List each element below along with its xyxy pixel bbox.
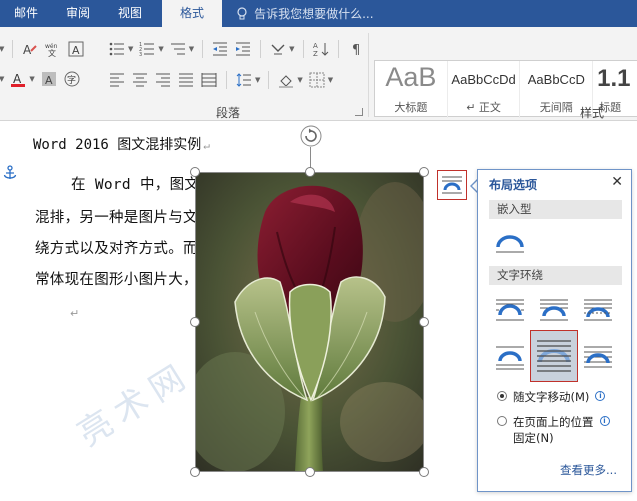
word-window: 邮件 审阅 视图 格式 告诉我您想要做什么... ▼ A wén 文 A ▼ A… — [0, 0, 637, 501]
sort-icon[interactable]: AZ — [312, 41, 330, 57]
style-heading-big[interactable]: AaB 大标题 — [375, 61, 448, 118]
font-color-icon[interactable]: A — [9, 71, 27, 87]
font-row-1: ▼ A wén 文 A — [0, 40, 85, 58]
wrap-square-icon — [496, 299, 524, 321]
tab-mailings[interactable]: 邮件 — [0, 0, 52, 27]
align-center-icon[interactable] — [131, 72, 149, 88]
styles-group-label: 样式 — [580, 106, 605, 120]
multilevel-list-icon[interactable] — [169, 41, 187, 57]
paragraph-row-2: ▼ ▼ ▼ — [108, 71, 333, 89]
svg-text:A: A — [313, 42, 318, 50]
fix-position-radio[interactable] — [497, 416, 507, 426]
style-normal[interactable]: AaBbCcDd ↵ 正文 — [448, 61, 521, 118]
wrap-tight-option[interactable] — [538, 295, 570, 325]
tab-format[interactable]: 格式 — [162, 0, 223, 27]
tell-me-text: 告诉我您想要做什么... — [254, 7, 374, 21]
ribbon: ▼ A wén 文 A ▼ A ▼ A 字 ▼ 1 2 3 ▼ ▼ ▼ A Z … — [0, 27, 637, 121]
paragraph-dialog-launcher[interactable] — [355, 108, 363, 116]
show-marks-icon[interactable]: ¶ — [347, 41, 365, 57]
tab-view[interactable]: 视图 — [104, 0, 156, 27]
character-border-icon[interactable]: A — [67, 41, 85, 57]
wrap-tight-icon — [540, 299, 568, 321]
justify-icon[interactable] — [177, 72, 195, 88]
tell-me-box[interactable]: 告诉我您想要做什么... — [236, 5, 374, 22]
align-left-icon[interactable] — [108, 72, 126, 88]
paragraph-row-1: ▼ 123 ▼ ▼ ▼ AZ ¶ — [108, 40, 365, 58]
svg-text:Z: Z — [313, 50, 318, 57]
phonetic-guide-icon[interactable]: wén 文 — [44, 41, 62, 57]
layout-options-button[interactable] — [437, 170, 467, 200]
move-with-text-radio[interactable] — [497, 391, 507, 401]
paragraph-mark-icon: ↵ — [70, 307, 80, 320]
svg-text:文: 文 — [48, 48, 56, 57]
resize-handle-top-right[interactable] — [419, 167, 429, 177]
rose-bud-picture[interactable] — [195, 172, 424, 472]
move-with-text-label: 随文字移动(M) — [513, 390, 590, 404]
dropdown-arrow-icon[interactable]: ▼ — [0, 75, 4, 83]
layout-options-pane: 布局选项 ✕ 嵌入型 文字环绕 随文字移动(M) i 在页面上的位置 固定(N)… — [477, 169, 632, 492]
resize-handle-right[interactable] — [419, 317, 429, 327]
font-row-2: ▼ A ▼ A 字 — [0, 71, 81, 87]
resize-handle-bottom[interactable] — [305, 467, 315, 477]
line-spacing-icon[interactable] — [235, 72, 253, 88]
svg-text:字: 字 — [67, 74, 76, 86]
document-title: Word 2016 图文混排实例 ↵ — [33, 137, 210, 153]
decrease-indent-icon[interactable] — [211, 41, 229, 57]
move-with-text-option[interactable]: 随文字移动(M) i — [497, 389, 606, 405]
info-icon[interactable]: i — [595, 391, 606, 401]
increase-indent-icon[interactable] — [234, 41, 252, 57]
svg-text:A: A — [45, 74, 53, 87]
resize-handle-bottom-right[interactable] — [419, 467, 429, 477]
svg-text:A: A — [13, 72, 22, 86]
clear-formatting-icon[interactable]: A — [21, 41, 39, 57]
wrap-top-bottom-icon — [496, 346, 524, 370]
ribbon-tab-bar: 邮件 审阅 视图 格式 告诉我您想要做什么... — [0, 0, 637, 27]
wrap-square-option[interactable] — [494, 295, 526, 325]
resize-handle-top[interactable] — [305, 167, 315, 177]
distributed-icon[interactable] — [200, 72, 218, 88]
wrap-inline-option[interactable] — [494, 228, 526, 258]
fix-position-label: 在页面上的位置 固定(N) — [513, 415, 594, 445]
wrap-section-header: 文字环绕 — [489, 266, 622, 285]
borders-icon[interactable] — [308, 72, 326, 88]
align-right-icon[interactable] — [154, 72, 172, 88]
rose-bud-image — [195, 172, 424, 472]
wrap-through-option[interactable] — [582, 295, 614, 325]
close-icon[interactable]: ✕ — [611, 174, 623, 190]
wrap-in-front-option[interactable] — [582, 342, 614, 372]
pane-title: 布局选项 — [489, 178, 538, 192]
svg-text:3: 3 — [139, 52, 142, 57]
lightbulb-icon — [237, 6, 247, 19]
wrap-behind-text-option[interactable] — [530, 330, 578, 382]
dropdown-arrow-icon[interactable]: ▼ — [29, 75, 34, 83]
resize-handle-bottom-left[interactable] — [190, 467, 200, 477]
inline-section-header: 嵌入型 — [489, 200, 622, 219]
bullets-icon[interactable] — [108, 41, 126, 57]
anchor-icon — [3, 165, 17, 179]
paragraph-group-label: 段落 — [216, 106, 241, 120]
wrap-top-bottom-option[interactable] — [494, 342, 526, 372]
shading-icon[interactable] — [277, 72, 295, 88]
resize-handle-top-left[interactable] — [190, 167, 200, 177]
wrap-in-front-icon — [584, 346, 612, 368]
see-more-link[interactable]: 查看更多... — [560, 462, 617, 478]
svg-text:A: A — [72, 44, 80, 57]
resize-handle-left[interactable] — [190, 317, 200, 327]
watermark: 亮术网 — [70, 354, 199, 455]
chinese-layout-icon[interactable] — [269, 41, 287, 57]
info-icon[interactable]: i — [599, 416, 610, 426]
dropdown-arrow-icon[interactable]: ▼ — [0, 45, 4, 53]
rotate-handle-icon[interactable] — [300, 125, 322, 147]
wrap-inline-icon — [496, 235, 524, 253]
wrap-through-icon — [584, 299, 612, 321]
svg-text:¶: ¶ — [352, 43, 360, 57]
character-shading-icon[interactable]: A — [40, 71, 58, 87]
tab-review[interactable]: 审阅 — [52, 0, 104, 27]
fix-position-option[interactable]: 在页面上的位置 固定(N) i — [497, 414, 610, 446]
wrap-behind-text-icon — [537, 340, 571, 372]
paragraph-mark-icon: ↵ — [203, 139, 210, 152]
wrap-text-icon — [442, 176, 462, 194]
numbering-icon[interactable]: 123 — [138, 41, 156, 57]
enclose-characters-icon[interactable]: 字 — [63, 71, 81, 87]
